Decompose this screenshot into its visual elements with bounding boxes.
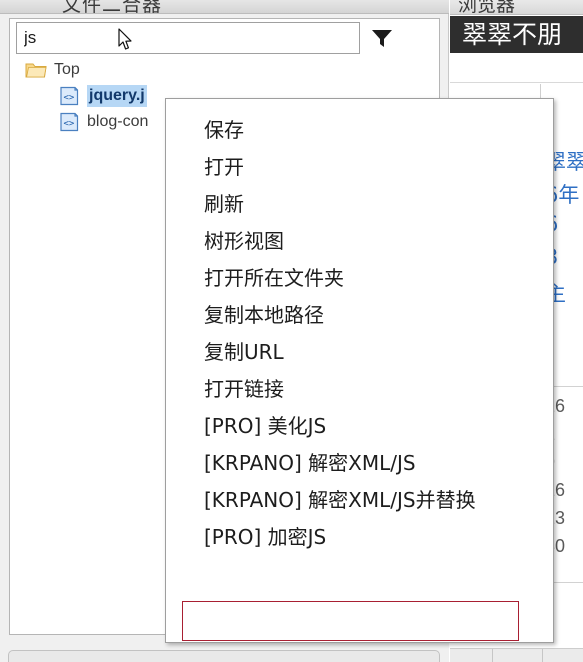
site-header-banner: 翠翠不朋 [450, 16, 583, 53]
svg-text:<>: <> [64, 119, 75, 129]
statusbar-separator-1 [492, 649, 493, 662]
menu-item-open-containing-folder[interactable]: 打开所在文件夹 [167, 260, 554, 297]
script-file-icon: <> [58, 86, 80, 106]
tree-node-top[interactable]: Top [13, 57, 438, 83]
menu-item-pro-beautify-js[interactable]: [PRO] 美化JS [167, 408, 554, 445]
menu-item-tree-view[interactable]: 树形视图 [167, 223, 554, 260]
menu-item-pro-encrypt-js[interactable]: [PRO] 加密JS [167, 519, 554, 556]
dialog-title: 文件二合器 [62, 0, 163, 14]
menu-item-copy-url[interactable]: 复制URL [167, 334, 554, 371]
menu-item-copy-local-path[interactable]: 复制本地路径 [167, 297, 554, 334]
right-panel-title: 浏览器 [458, 0, 516, 15]
menu-item-open[interactable]: 打开 [167, 149, 554, 186]
right-panel-statusbar [450, 648, 583, 662]
filter-funnel-icon[interactable] [370, 27, 394, 49]
svg-text:<>: <> [64, 93, 75, 103]
search-input[interactable] [16, 22, 360, 54]
right-panel-titlebar: 浏览器 [450, 0, 583, 15]
site-header-gap [450, 53, 583, 83]
tree-node-label: Top [54, 61, 80, 78]
menu-item-refresh[interactable]: 刷新 [167, 186, 554, 223]
screenshot-root: 浏览器 翠翠不朋 翠翠 6年 6 3 主 26 2 9 16 23 30 文件二… [0, 0, 583, 662]
statusbar-separator-2 [542, 649, 543, 662]
context-menu: 保存 打开 刷新 树形视图 打开所在文件夹 复制本地路径 复制URL 打开链接 … [165, 98, 554, 643]
folder-icon [25, 60, 47, 80]
menu-item-krpano-decrypt-xml-js-replace[interactable]: [KRPANO] 解密XML/JS并替换 [167, 482, 554, 519]
dialog-titlebar[interactable]: 文件二合器 [0, 0, 449, 14]
highlight-box-pro-encrypt-js [182, 601, 519, 641]
menu-item-save[interactable]: 保存 [167, 112, 554, 149]
tree-node-label: jquery.j [87, 85, 147, 107]
dialog-bottom-toolbar[interactable] [8, 650, 440, 662]
menu-item-open-link[interactable]: 打开链接 [167, 371, 554, 408]
script-file-icon: <> [58, 112, 80, 132]
tree-node-label: blog-con [87, 113, 149, 130]
menu-item-krpano-decrypt-xml-js[interactable]: [KRPANO] 解密XML/JS [167, 445, 554, 482]
search-row [13, 22, 438, 54]
